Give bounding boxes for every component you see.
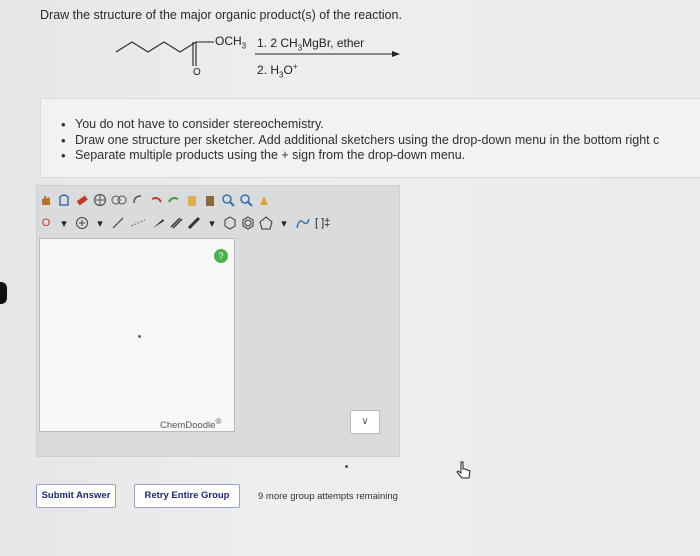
- zoom-out-icon[interactable]: [239, 192, 253, 208]
- chevron-down-icon[interactable]: ▾: [57, 215, 71, 231]
- atom-label: O: [41, 217, 51, 229]
- sketcher-panel: O ▾ ▾ ▾ ▾ [ ]‡ ? ChemDoodle®: [36, 185, 400, 457]
- drawing-canvas[interactable]: ? ChemDoodle®: [39, 238, 235, 432]
- redo-icon[interactable]: [167, 192, 181, 208]
- charge-plus-icon[interactable]: [75, 215, 89, 231]
- single-bond-icon[interactable]: [111, 215, 125, 231]
- methoxy-text: OCH: [215, 34, 242, 48]
- reaction-scheme: OCH3 O 1. 2 CH3MgBr, ether 2. H3O+: [110, 28, 410, 86]
- undo-icon[interactable]: [149, 192, 163, 208]
- methoxy-subscript: 3: [241, 41, 247, 51]
- benzene-icon[interactable]: [241, 215, 255, 231]
- chemdoodle-brand: ChemDoodle: [160, 420, 216, 432]
- flip-icon[interactable]: [111, 192, 127, 208]
- instructions-list: You do not have to consider stereochemis…: [41, 99, 700, 164]
- hand-icon[interactable]: [39, 192, 53, 208]
- chain-icon[interactable]: [295, 215, 311, 231]
- atom-label-button[interactable]: O: [39, 215, 53, 231]
- edge-tab: [0, 282, 7, 304]
- eraser-icon[interactable]: [75, 192, 89, 208]
- instruction-item: You do not have to consider stereochemis…: [61, 117, 700, 133]
- wedge-bond-icon[interactable]: [151, 215, 165, 231]
- triple-bond-icon[interactable]: [187, 215, 201, 231]
- reagent-step-2: 2. H3O+: [257, 62, 297, 79]
- chevron-down-icon[interactable]: ▾: [205, 215, 219, 231]
- reagent2-prefix: 2. H: [257, 63, 280, 77]
- question-text: Draw the structure of the major organic …: [40, 8, 402, 22]
- registered-mark: ®: [215, 417, 222, 426]
- attempts-remaining-text: 9 more group attempts remaining: [258, 491, 398, 502]
- sketcher-toolbar-bottom: O ▾ ▾ ▾ ▾ [ ]‡: [39, 213, 330, 233]
- reagent2-oxygen: O: [283, 63, 293, 77]
- hashed-bond-icon[interactable]: [129, 215, 147, 231]
- retry-entire-group-button[interactable]: Retry Entire Group: [134, 484, 240, 508]
- carbonyl-oxygen-label: O: [193, 67, 201, 78]
- bracket-tool[interactable]: [ ]‡: [315, 215, 330, 231]
- center-icon[interactable]: [93, 192, 107, 208]
- reagent1-suffix: MgBr, ether: [302, 36, 365, 50]
- sketcher-toolbar-top: [39, 190, 271, 210]
- double-bond-icon[interactable]: [169, 215, 183, 231]
- methoxy-label: OCH3: [215, 34, 246, 50]
- reagent2-superscript: +: [292, 62, 298, 71]
- instructions-panel: You do not have to consider stereochemis…: [40, 98, 700, 178]
- cyclohexane-icon[interactable]: [223, 215, 237, 231]
- rotate-icon[interactable]: [131, 192, 145, 208]
- canvas-dot: [138, 335, 141, 338]
- chevron-down-icon[interactable]: ▾: [93, 215, 107, 231]
- instruction-item: Separate multiple products using the + s…: [61, 148, 700, 164]
- submit-answer-button[interactable]: Submit Answer: [36, 484, 116, 508]
- instruction-item: Draw one structure per sketcher. Add add…: [61, 133, 700, 149]
- paste-icon[interactable]: [185, 192, 199, 208]
- chemdoodle-watermark: ChemDoodle®: [160, 417, 221, 431]
- reagent-step-1: 1. 2 CH3MgBr, ether: [257, 36, 364, 52]
- chevron-down-icon[interactable]: ▾: [277, 215, 291, 231]
- cyclopentane-icon[interactable]: [259, 215, 273, 231]
- zoom-in-icon[interactable]: [221, 192, 235, 208]
- sketcher-dropdown[interactable]: ∨: [350, 410, 380, 434]
- help-icon[interactable]: ?: [214, 249, 228, 263]
- stray-dot: [345, 465, 348, 468]
- lasso-icon[interactable]: [57, 192, 71, 208]
- cursor-icon: [456, 461, 471, 479]
- copy-icon[interactable]: [203, 192, 217, 208]
- reagent1-prefix: 1. 2 CH: [257, 36, 298, 50]
- clean-icon[interactable]: [257, 192, 271, 208]
